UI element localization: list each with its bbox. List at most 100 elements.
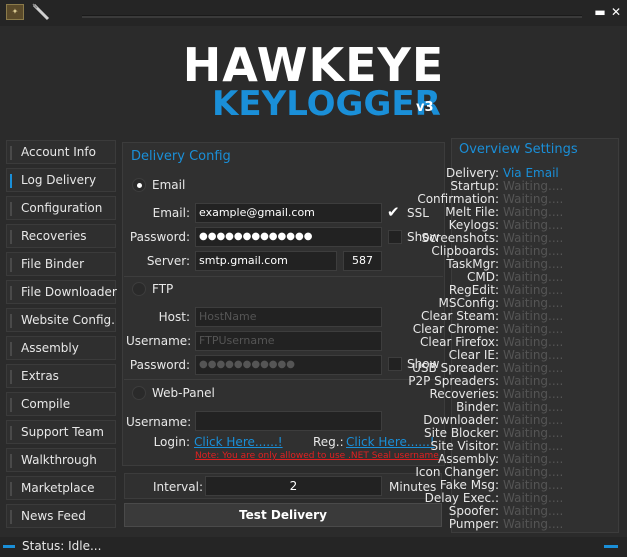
sidebar-marker [10,426,12,440]
overview-row-key: P2P Spreaders: [408,374,499,388]
sidebar-item-assembly[interactable]: Assembly [6,336,116,360]
test-delivery-button[interactable]: Test Delivery [124,503,442,527]
app-icon: ✦ [6,4,24,20]
sidebar-item-compile[interactable]: Compile [6,392,116,416]
overview-row-key: USB Spreader: [412,361,499,375]
sidebar-item-label: Configuration [21,201,103,215]
overview-row-value: Waiting.... [503,218,564,232]
overview-row-key: Keylogs: [448,218,499,232]
overview-row-value: Waiting.... [503,335,564,349]
logo-subtitle: KEYLOGGER [212,84,441,124]
sidebar-item-label: Compile [21,397,71,411]
sidebar-item-log-delivery[interactable]: Log Delivery [6,168,116,192]
logo-version: v3 [416,100,434,115]
overview-row-value: Waiting.... [503,361,564,375]
sidebar-item-recoveries[interactable]: Recoveries [6,224,116,248]
sidebar-item-label: Support Team [21,425,104,439]
overview-row-key: Delivery: [446,166,499,180]
overview-row-value: Waiting.... [503,387,564,401]
show-password-checkbox[interactable] [388,230,402,244]
overview-row-key: Clear Chrome: [412,322,499,336]
overview-row: Pumper: Waiting.... [449,517,605,531]
resize-grip-icon[interactable] [604,545,618,548]
overview-row-value: Waiting.... [503,205,564,219]
sidebar-item-marketplace[interactable]: Marketplace [6,476,116,500]
password-label: Password: [129,230,190,244]
overview-row: Fake Msg: Waiting.... [440,478,605,492]
interval-field[interactable]: 2 [205,476,382,496]
email-radio[interactable] [132,178,146,192]
overview-row-key: Downloader: [423,413,499,427]
overview-row-key: Site Visitor: [430,439,499,453]
close-icon[interactable]: ✕ [609,5,623,19]
login-link[interactable]: Click Here......! [194,435,283,449]
overview-row-key: Delay Exec.: [424,491,499,505]
host-field[interactable]: HostName [195,307,382,327]
ftp-password-field[interactable]: ●●●●●●●●●●● [195,355,382,375]
sidebar-item-label: Log Delivery [21,173,97,187]
ftp-username-field[interactable]: FTPUsername [195,331,382,351]
title-bar: ✦ ▬ ✕ [0,0,627,26]
ftp-radio[interactable] [132,282,146,296]
sidebar-item-account-info[interactable]: Account Info [6,140,116,164]
overview-row: Downloader: Waiting.... [423,413,605,427]
sidebar-marker [10,286,12,300]
password-field[interactable]: ●●●●●●●●●●●●● [195,227,382,247]
email-field[interactable]: example@gmail.com [195,203,382,223]
sidebar-item-website-config[interactable]: Website Config. [6,308,116,332]
port-field[interactable]: 587 [343,251,382,271]
sidebar-item-support-team[interactable]: Support Team [6,420,116,444]
sidebar-item-configuration[interactable]: Configuration [6,196,116,220]
divider [124,379,443,380]
overview-row-value: Waiting.... [503,426,564,440]
sidebar-item-news-feed[interactable]: News Feed [6,504,116,528]
overview-row-key: Site Blocker: [423,426,499,440]
login-label: Login: [153,435,190,449]
ssl-label: SSL [407,206,429,220]
web-panel-radio[interactable] [132,386,146,400]
overview-row: Clear IE: Waiting.... [449,348,605,362]
overview-row: Clipboards: Waiting.... [431,244,605,258]
sidebar-item-extras[interactable]: Extras [6,364,116,388]
server-label: Server: [146,254,190,268]
sidebar-item-label: Extras [21,369,59,383]
syringe-icon [32,3,50,21]
overview-row-key: Clear Steam: [421,309,499,323]
ftp-show-password-checkbox[interactable] [388,357,402,371]
overview-row-value: Via Email [503,166,559,180]
overview-row-value: Waiting.... [503,374,564,388]
overview-row-key: Clear Firefox: [420,335,499,349]
overview-row-value: Waiting.... [503,244,564,258]
overview-row: Recoveries: Waiting.... [429,387,605,401]
sidebar-marker [10,230,12,244]
sidebar-item-label: Account Info [21,145,96,159]
overview-row-key: Screenshots: [421,231,499,245]
web-panel-option-label: Web-Panel [152,386,215,400]
overview-row-value: Waiting.... [503,231,564,245]
sidebar-item-label: Walkthrough [21,453,97,467]
reg-link[interactable]: Click Here......! [346,435,435,449]
web-panel-username-field[interactable] [195,411,382,431]
overview-row-key: CMD: [466,270,499,284]
sidebar-item-label: File Downloader [21,285,117,299]
sidebar-marker [10,174,12,188]
ssl-checkmark-icon[interactable]: ✔ [387,204,400,220]
overview-row-value: Waiting.... [503,504,564,518]
sidebar-item-label: File Binder [21,257,84,271]
overview-row-value: Waiting.... [503,491,564,505]
sidebar-item-file-downloader[interactable]: File Downloader [6,280,117,304]
interval-label: Interval: [153,480,203,494]
overview-row: Clear Chrome: Waiting.... [413,322,605,336]
sidebar-item-walkthrough[interactable]: Walkthrough [6,448,116,472]
overview-row-value: Waiting.... [503,257,564,271]
overview-row-value: Waiting.... [503,309,564,323]
sidebar-marker [10,370,12,384]
server-field[interactable]: smtp.gmail.com [195,251,337,271]
test-delivery-label: Test Delivery [239,508,327,522]
email-label: Email: [152,206,190,220]
status-bar: Status: Idle... [0,537,627,557]
overview-row-value: Waiting.... [503,296,564,310]
minimize-icon[interactable]: ▬ [593,5,607,19]
sidebar-item-file-binder[interactable]: File Binder [6,252,116,276]
overview-row: Confirmation: Waiting.... [417,192,605,206]
